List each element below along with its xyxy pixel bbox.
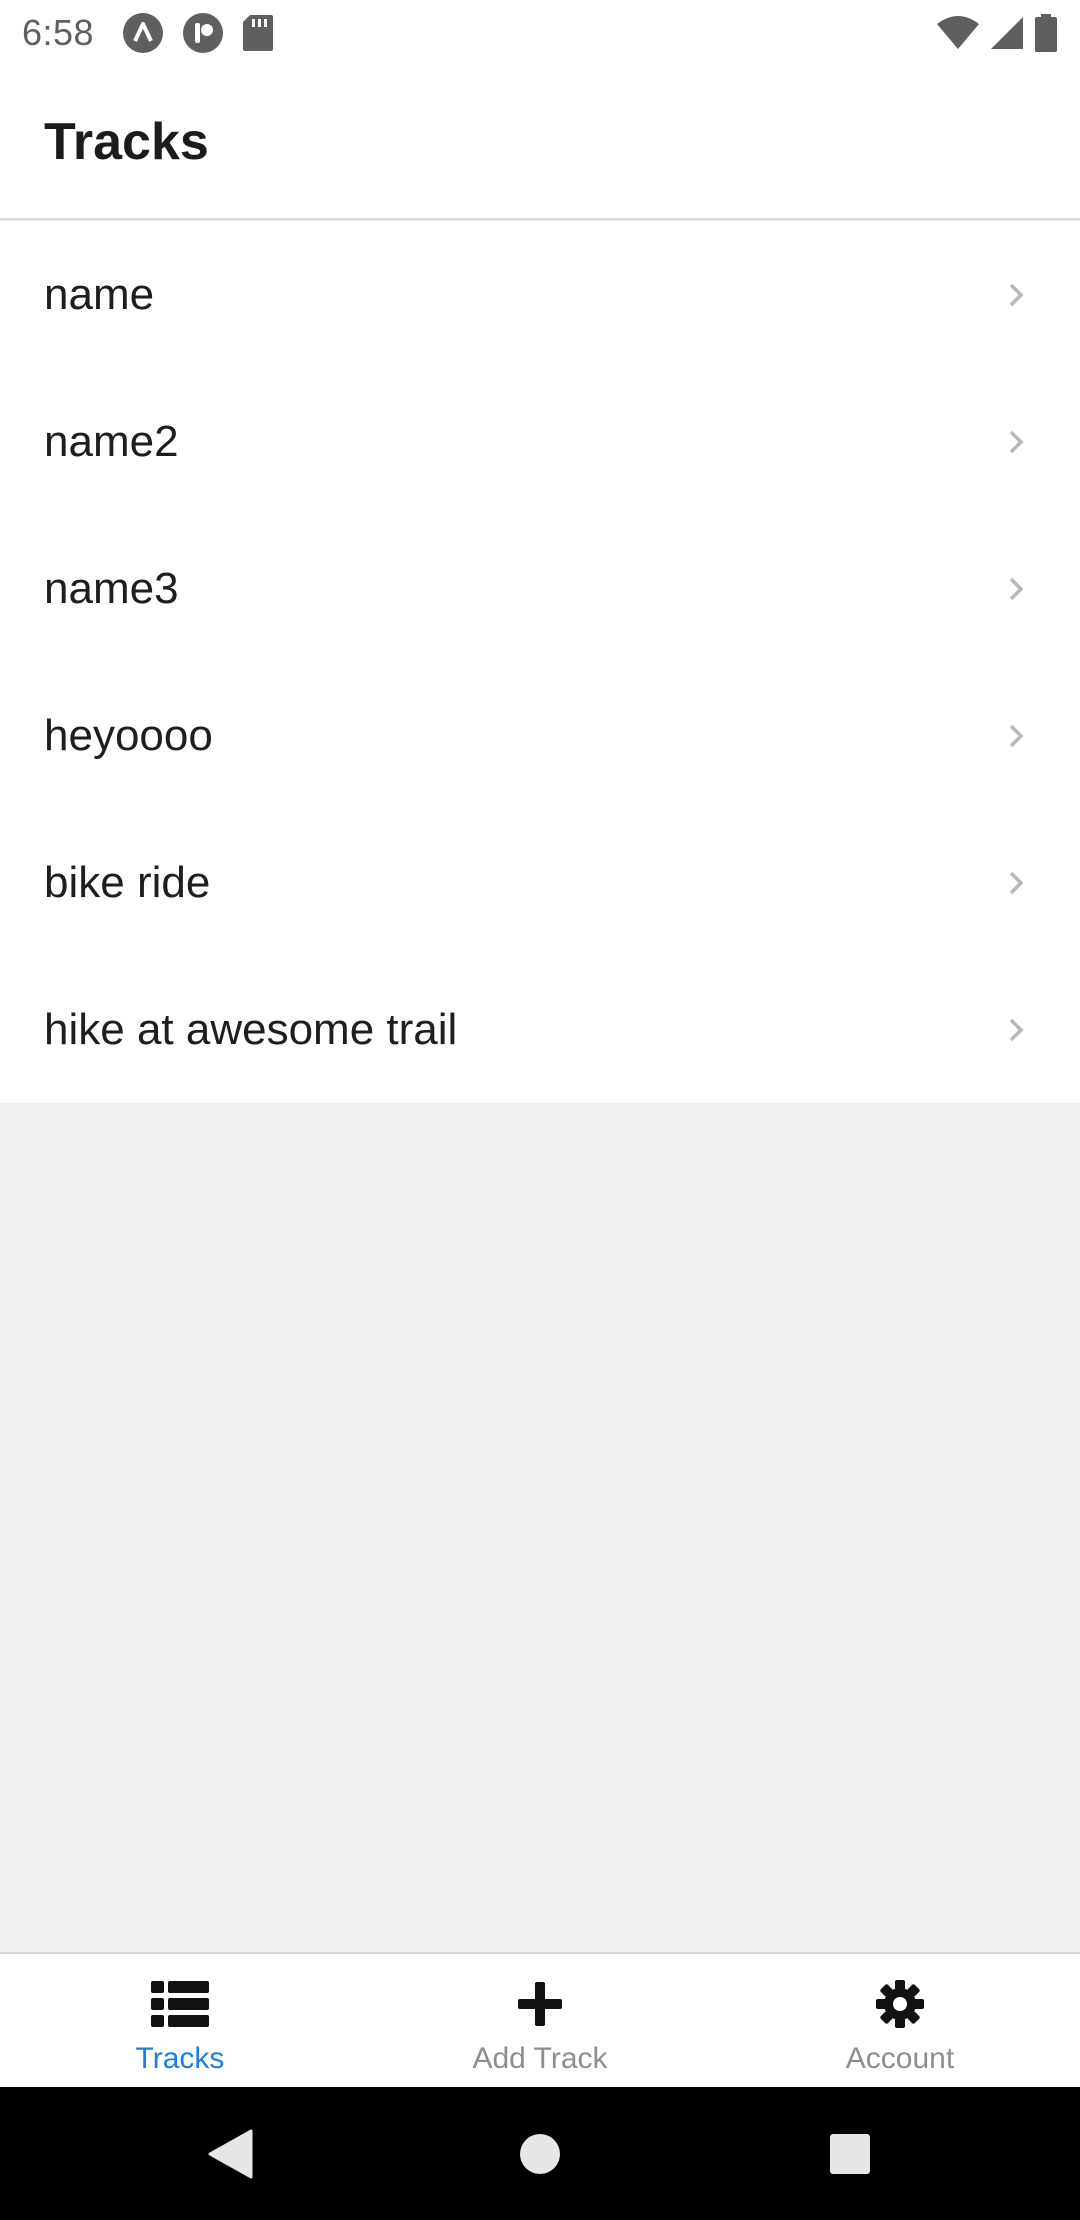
bottom-tab-bar: Tracks Add Track Account	[0, 1952, 1080, 2087]
track-label: heyoooo	[44, 710, 213, 760]
status-time: 6:58	[22, 12, 95, 53]
track-label: hike at awesome trail	[44, 1004, 458, 1054]
page-title: Tracks	[44, 113, 209, 171]
track-list: name name2 name3 heyoooo bike ride hike …	[0, 221, 1080, 1103]
track-label: name3	[44, 563, 179, 613]
signal-icon	[990, 15, 1024, 51]
tab-add-track[interactable]: Add Track	[360, 1954, 720, 2087]
chevron-right-icon	[1009, 724, 1024, 747]
system-navigation-bar	[0, 2087, 1080, 2220]
app-header: Tracks	[0, 66, 1080, 220]
screen: 6:58 Tracks name name2 name3 heyoooo bik…	[0, 0, 1080, 2220]
chevron-right-icon	[1009, 430, 1024, 453]
plus-icon	[517, 1974, 563, 2034]
track-list-item[interactable]: name3	[0, 515, 1080, 662]
home-icon	[520, 2133, 560, 2174]
chevron-right-icon	[1009, 871, 1024, 894]
chevron-right-icon	[1009, 1018, 1024, 1041]
sd-card-icon	[242, 14, 274, 52]
track-list-item[interactable]: heyoooo	[0, 662, 1080, 809]
status-notification-icons	[122, 12, 274, 54]
tab-tracks[interactable]: Tracks	[0, 1954, 360, 2087]
track-list-item[interactable]: bike ride	[0, 809, 1080, 956]
track-list-item[interactable]: hike at awesome trail	[0, 956, 1080, 1103]
track-list-item[interactable]: name	[0, 221, 1080, 368]
gear-icon	[875, 1974, 925, 2034]
battery-icon	[1034, 14, 1058, 52]
tab-label: Add Track	[472, 2042, 608, 2075]
recents-button[interactable]	[815, 2087, 885, 2220]
back-button[interactable]	[195, 2087, 265, 2220]
status-bar: 6:58	[0, 0, 1080, 66]
home-button[interactable]	[505, 2087, 575, 2220]
tab-account[interactable]: Account	[720, 1954, 1080, 2087]
track-list-item[interactable]: name2	[0, 368, 1080, 515]
pocket-casts-icon	[182, 12, 224, 54]
autofill-a-icon	[122, 12, 164, 54]
back-icon	[208, 2129, 253, 2178]
chevron-right-icon	[1009, 283, 1024, 306]
track-label: bike ride	[44, 857, 211, 907]
chevron-right-icon	[1009, 577, 1024, 600]
status-system-icons	[936, 14, 1058, 52]
wifi-icon	[936, 15, 980, 51]
tab-label: Tracks	[135, 2042, 225, 2075]
track-label: name	[44, 269, 155, 319]
tab-label: Account	[845, 2042, 955, 2075]
recents-icon	[830, 2133, 870, 2174]
list-icon	[151, 1974, 209, 2034]
track-label: name2	[44, 416, 179, 466]
